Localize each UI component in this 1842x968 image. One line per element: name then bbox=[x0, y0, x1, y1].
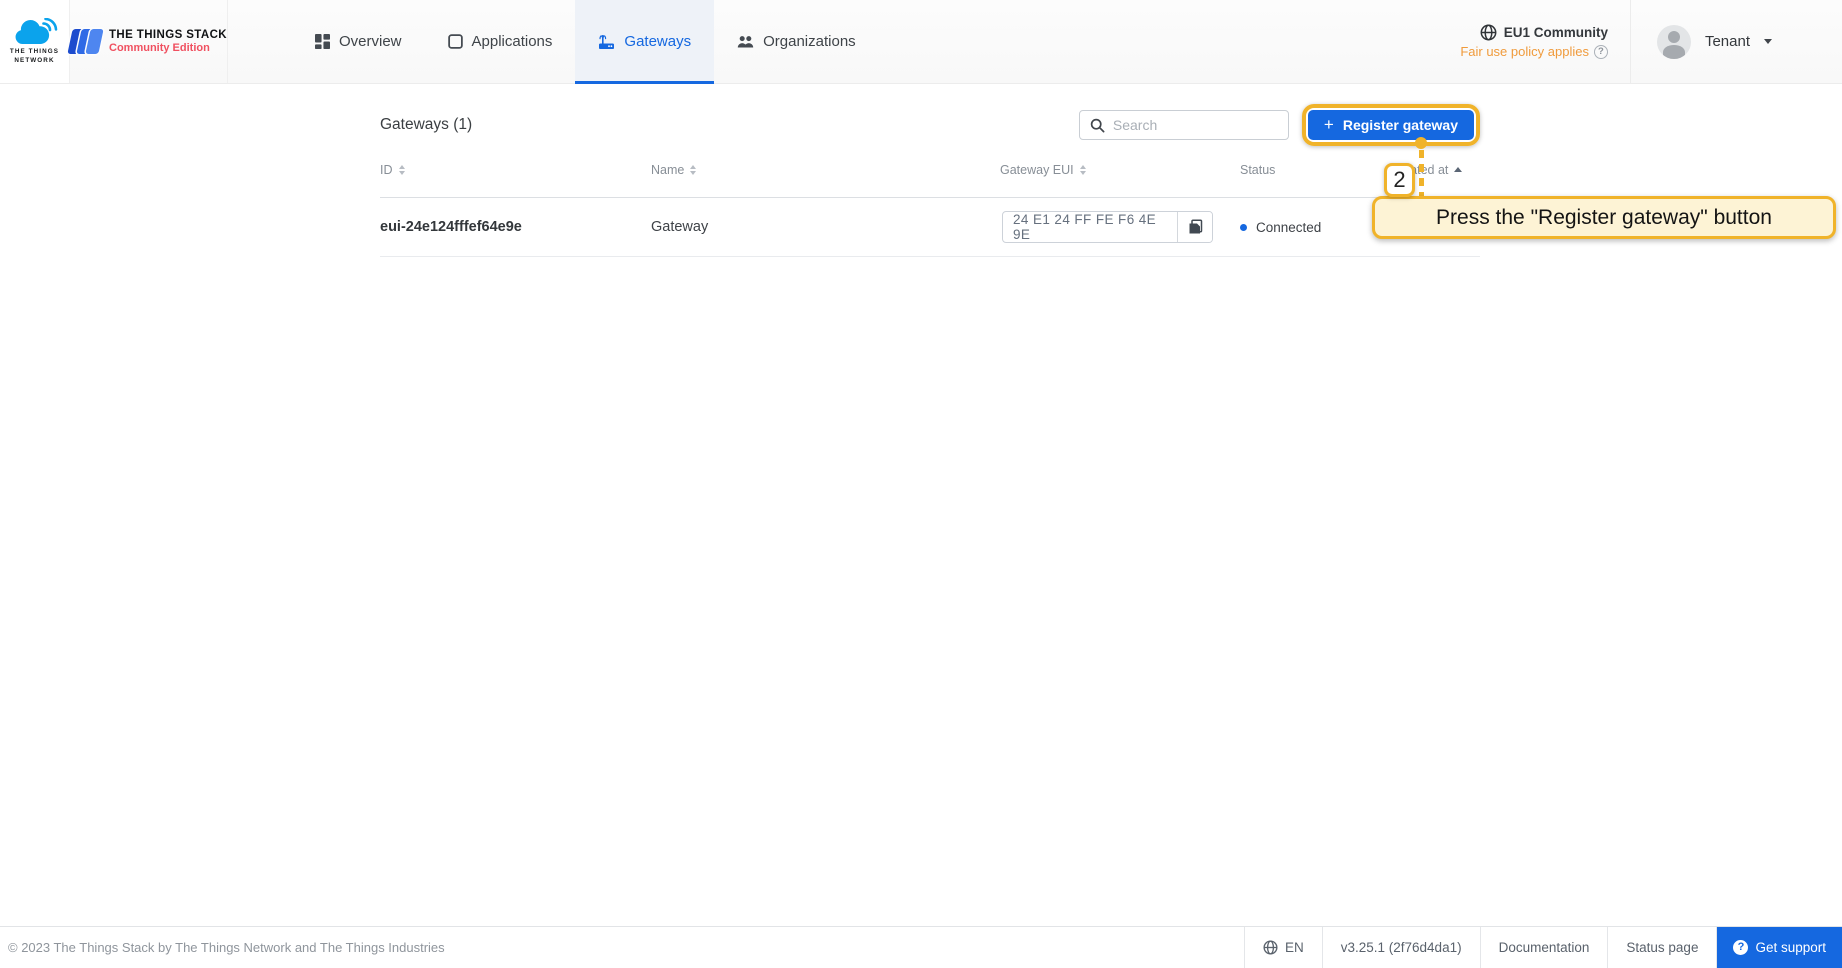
annotation-step-badge: 2 bbox=[1384, 163, 1415, 197]
main-nav: Overview Applications Gatew bbox=[292, 0, 879, 83]
annotation-anchor-dot bbox=[1415, 137, 1427, 149]
chevron-down-icon bbox=[1764, 39, 1772, 44]
page-title: Gateways (1) bbox=[380, 116, 472, 134]
sort-ascending-icon bbox=[1454, 167, 1462, 172]
cluster-info: EU1 Community Fair use policy applies ? bbox=[1460, 0, 1630, 83]
column-header-gateway-eui[interactable]: Gateway EUI bbox=[1000, 163, 1240, 177]
gateway-icon bbox=[598, 34, 615, 50]
search-input[interactable] bbox=[1113, 117, 1294, 133]
ttn-logo[interactable]: THE THINGS NETWORK bbox=[0, 0, 70, 83]
organizations-icon bbox=[737, 34, 754, 49]
annotation-dashed-line bbox=[1419, 150, 1424, 198]
copy-button[interactable] bbox=[1177, 212, 1212, 242]
avatar bbox=[1657, 25, 1691, 59]
user-menu[interactable]: Tenant bbox=[1631, 0, 1842, 83]
overview-grid-icon bbox=[315, 34, 330, 49]
table-row[interactable]: eui-24e124fffef64e9e Gateway 24 E1 24 FF… bbox=[380, 198, 1480, 257]
column-header-status: Status bbox=[1240, 163, 1390, 177]
main-content: Gateways (1) + Register gateway ID bbox=[380, 84, 1480, 257]
plus-icon: + bbox=[1324, 116, 1334, 133]
nav-label: Gateways bbox=[624, 33, 691, 50]
applications-icon bbox=[448, 34, 463, 49]
sort-icon bbox=[690, 165, 696, 175]
app-header: THE THINGS NETWORK THE THINGS STACK Comm… bbox=[0, 0, 1842, 84]
nav-label: Organizations bbox=[763, 33, 856, 50]
nav-item-organizations[interactable]: Organizations bbox=[714, 0, 879, 83]
help-question-icon[interactable]: ? bbox=[1594, 45, 1608, 59]
get-support-button[interactable]: ? Get support bbox=[1716, 927, 1842, 968]
column-header-name[interactable]: Name bbox=[651, 163, 1000, 177]
ttn-logo-line1: THE THINGS bbox=[10, 47, 59, 56]
sort-icon bbox=[1080, 165, 1086, 175]
nav-item-overview[interactable]: Overview bbox=[292, 0, 425, 83]
user-name: Tenant bbox=[1705, 33, 1750, 50]
get-support-label: Get support bbox=[1755, 940, 1826, 955]
nav-item-gateways[interactable]: Gateways bbox=[575, 0, 714, 83]
ttn-logo-line2: NETWORK bbox=[10, 56, 59, 65]
fair-use-policy-link[interactable]: Fair use policy applies bbox=[1460, 44, 1589, 59]
annotation-highlight-ring: + Register gateway bbox=[1302, 104, 1480, 146]
globe-icon bbox=[1480, 24, 1497, 41]
tts-logo[interactable]: THE THINGS STACK Community Edition bbox=[70, 0, 228, 83]
annotation-tooltip: Press the "Register gateway" button bbox=[1372, 196, 1836, 239]
cluster-label: EU1 Community bbox=[1504, 25, 1608, 40]
app-footer: © 2023 The Things Stack by The Things Ne… bbox=[0, 926, 1842, 968]
search-icon bbox=[1090, 118, 1105, 133]
globe-icon bbox=[1263, 940, 1278, 955]
gateway-name-cell: Gateway bbox=[651, 219, 1000, 235]
register-gateway-button[interactable]: + Register gateway bbox=[1308, 110, 1474, 140]
gateway-id-cell: eui-24e124fffef64e9e bbox=[380, 219, 651, 235]
language-label: EN bbox=[1285, 940, 1304, 955]
gateway-eui-value: 24 E1 24 FF FE F6 4E 9E bbox=[1003, 212, 1177, 242]
tts-books-icon bbox=[67, 29, 103, 54]
language-selector[interactable]: EN bbox=[1244, 927, 1322, 968]
status-connected-dot bbox=[1240, 224, 1247, 231]
documentation-link[interactable]: Documentation bbox=[1480, 927, 1608, 968]
status-page-link[interactable]: Status page bbox=[1607, 927, 1716, 968]
support-question-icon: ? bbox=[1733, 940, 1748, 955]
search-box bbox=[1079, 110, 1289, 140]
status-badge: Connected bbox=[1256, 220, 1321, 235]
nav-item-applications[interactable]: Applications bbox=[425, 0, 576, 83]
tts-logo-subtitle: Community Edition bbox=[109, 42, 227, 55]
nav-label: Applications bbox=[472, 33, 553, 50]
sort-icon bbox=[399, 165, 405, 175]
nav-label: Overview bbox=[339, 33, 402, 50]
copyright-text: © 2023 The Things Stack by The Things Ne… bbox=[8, 940, 445, 955]
register-gateway-label: Register gateway bbox=[1343, 117, 1458, 133]
table-header-row: ID Name Gateway EUI Status Created at bbox=[380, 142, 1480, 198]
ttn-cloud-logo-icon bbox=[12, 18, 58, 45]
gateways-table: ID Name Gateway EUI Status Created at eu… bbox=[380, 142, 1480, 257]
gateway-eui-field: 24 E1 24 FF FE F6 4E 9E bbox=[1002, 211, 1213, 243]
tts-logo-title: THE THINGS STACK bbox=[109, 29, 227, 42]
column-header-id[interactable]: ID bbox=[380, 163, 651, 177]
version-label: v3.25.1 (2f76d4da1) bbox=[1322, 927, 1480, 968]
copy-icon bbox=[1188, 219, 1203, 235]
